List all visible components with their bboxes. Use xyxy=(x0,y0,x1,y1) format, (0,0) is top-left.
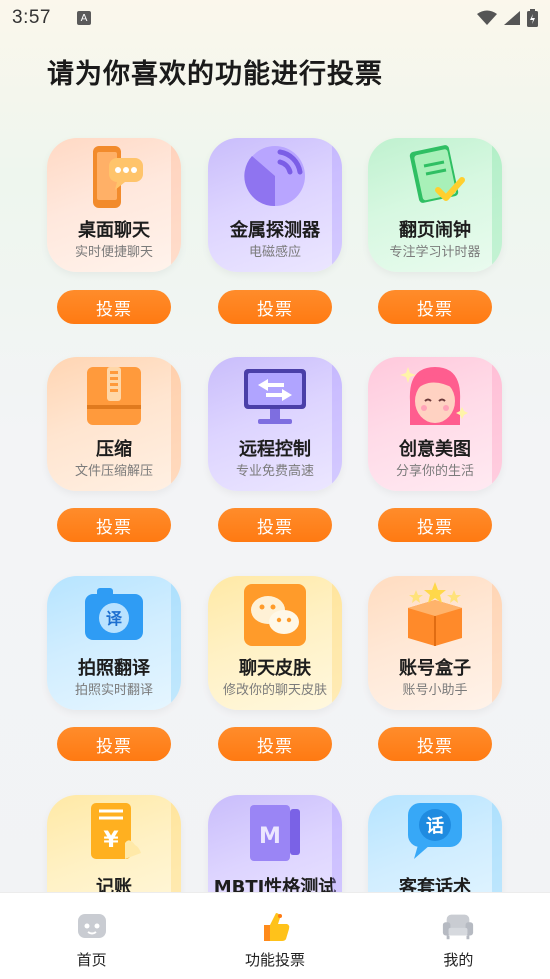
feature-card-creative-photo[interactable]: 创意美图 分享你的生活 xyxy=(368,357,502,491)
wechat-skin-icon xyxy=(208,580,342,650)
feature-title: 压缩 xyxy=(96,439,132,460)
ledger-yen-icon: ¥ xyxy=(47,799,181,869)
star-box-icon xyxy=(368,580,502,650)
feature-title: 聊天皮肤 xyxy=(239,658,311,679)
status-time: 3:57 xyxy=(12,7,51,28)
sofa-icon xyxy=(441,909,475,943)
feature-card-account-box[interactable]: 账号盒子 账号小助手 xyxy=(368,576,502,710)
tab-feature-vote[interactable]: 功能投票 xyxy=(183,893,366,979)
feature-subtitle: 拍照实时翻译 xyxy=(74,683,153,698)
svg-text:译: 译 xyxy=(106,609,123,628)
feature-title: 金属探测器 xyxy=(230,220,320,241)
feature-subtitle: 专注学习计时器 xyxy=(389,245,481,260)
camera-translate-icon: 译 xyxy=(47,580,181,650)
feature-subtitle: 修改你的聊天皮肤 xyxy=(222,683,327,698)
mbti-book-icon: M xyxy=(208,799,342,869)
feature-title: 账号盒子 xyxy=(399,658,471,679)
feature-title: 创意美图 xyxy=(399,439,471,460)
remote-monitor-icon xyxy=(208,361,342,431)
notification-icon: A xyxy=(76,11,91,25)
vote-button-desktop-chat[interactable]: 投票 xyxy=(57,290,171,324)
speech-bubble-icon: 话 xyxy=(368,799,502,869)
vote-button-chat-skin[interactable]: 投票 xyxy=(218,727,332,761)
svg-text:话: 话 xyxy=(426,815,444,837)
feature-title: 翻页闹钟 xyxy=(399,220,471,241)
wifi-icon xyxy=(477,10,497,25)
bottom-tab-bar: 首页 功能投票 我的 xyxy=(0,892,550,979)
feature-subtitle: 分享你的生活 xyxy=(395,464,474,479)
beauty-face-icon xyxy=(368,361,502,431)
feature-subtitle: 专业免费高速 xyxy=(235,464,314,479)
feature-card-photo-translate[interactable]: 译 拍照翻译 拍照实时翻译 xyxy=(47,576,181,710)
vote-button-metal-detector[interactable]: 投票 xyxy=(218,290,332,324)
thumbs-up-icon xyxy=(258,909,292,943)
feature-card-desktop-chat[interactable]: 桌面聊天 实时便捷聊天 xyxy=(47,138,181,272)
status-indicators xyxy=(477,9,538,27)
phone-chat-icon xyxy=(47,142,181,212)
svg-text:¥: ¥ xyxy=(103,828,119,853)
tab-home[interactable]: 首页 xyxy=(0,893,183,979)
vote-button-photo-translate[interactable]: 投票 xyxy=(57,727,171,761)
tab-label: 功能投票 xyxy=(244,951,305,969)
feature-card-remote-control[interactable]: 远程控制 专业免费高速 xyxy=(208,357,342,491)
status-bar: 3:57 A xyxy=(0,0,550,36)
feature-card-chat-skin[interactable]: 聊天皮肤 修改你的聊天皮肤 xyxy=(208,576,342,710)
svg-text:M: M xyxy=(259,824,281,849)
vote-button-remote-control[interactable]: 投票 xyxy=(218,508,332,542)
signal-icon xyxy=(504,11,520,25)
vote-button-account-box[interactable]: 投票 xyxy=(378,727,492,761)
zip-archive-icon xyxy=(47,361,181,431)
tab-mine[interactable]: 我的 xyxy=(367,893,550,979)
feature-card-compress[interactable]: 压缩 文件压缩解压 xyxy=(47,357,181,491)
feature-title: 拍照翻译 xyxy=(78,658,150,679)
feature-card-metal-detector[interactable]: 金属探测器 电磁感应 xyxy=(208,138,342,272)
battery-icon xyxy=(527,9,538,27)
tab-label: 首页 xyxy=(76,951,107,969)
tab-label: 我的 xyxy=(443,951,474,969)
notepad-check-icon xyxy=(368,142,502,212)
page-title: 请为你喜欢的功能进行投票 xyxy=(47,59,383,90)
home-face-icon xyxy=(75,909,109,943)
feature-subtitle: 电磁感应 xyxy=(248,245,301,260)
feature-subtitle: 账号小助手 xyxy=(402,683,468,698)
feature-card-flip-clock[interactable]: 翻页闹钟 专注学习计时器 xyxy=(368,138,502,272)
vote-button-compress[interactable]: 投票 xyxy=(57,508,171,542)
radar-icon xyxy=(208,142,342,212)
feature-subtitle: 文件压缩解压 xyxy=(74,464,153,479)
feature-title: 桌面聊天 xyxy=(78,220,150,241)
vote-button-flip-clock[interactable]: 投票 xyxy=(378,290,492,324)
feature-subtitle: 实时便捷聊天 xyxy=(74,245,153,260)
vote-button-creative-photo[interactable]: 投票 xyxy=(378,508,492,542)
feature-title: 远程控制 xyxy=(239,439,311,460)
